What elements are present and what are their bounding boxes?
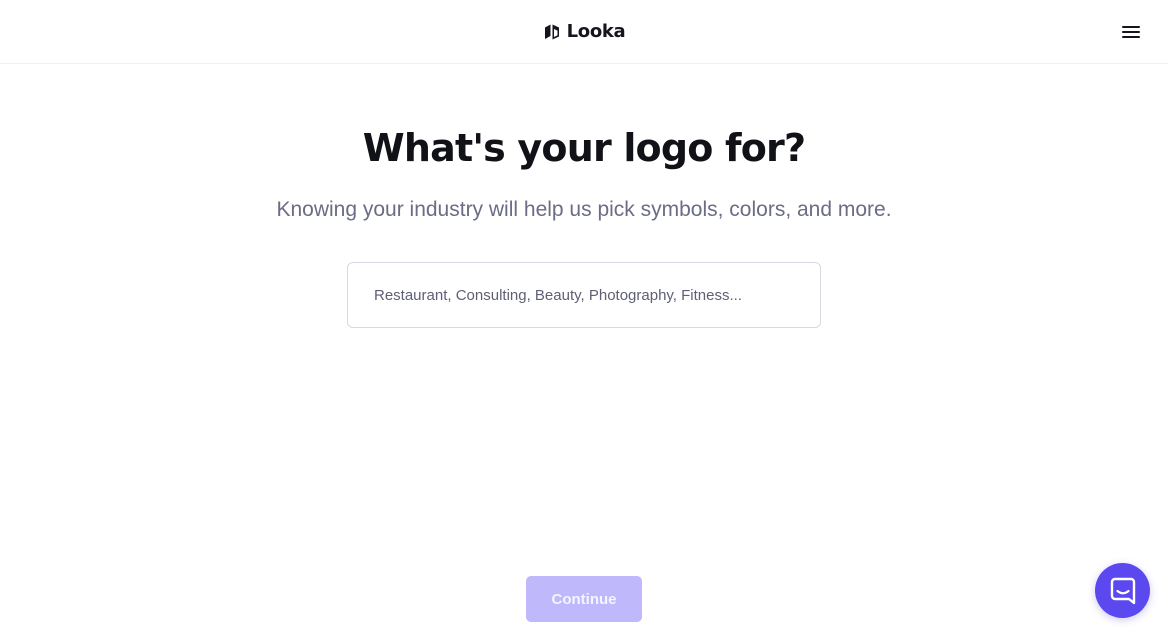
- brand-logo-link[interactable]: Looka: [543, 21, 626, 42]
- menu-button[interactable]: [1120, 22, 1142, 42]
- page: Looka What's your logo for? Knowing your…: [0, 0, 1168, 636]
- chat-launcher-button[interactable]: [1095, 563, 1150, 618]
- brand-name: Looka: [566, 21, 626, 42]
- looka-logo-icon: [544, 24, 559, 39]
- chat-bubble-icon: [1110, 577, 1135, 604]
- hamburger-menu-icon: [1122, 26, 1140, 38]
- industry-search-input[interactable]: [347, 262, 821, 328]
- continue-button[interactable]: Continue: [526, 576, 642, 622]
- page-subtitle: Knowing your industry will help us pick …: [276, 198, 892, 221]
- page-title: What's your logo for?: [362, 126, 806, 170]
- top-header: Looka: [0, 0, 1168, 64]
